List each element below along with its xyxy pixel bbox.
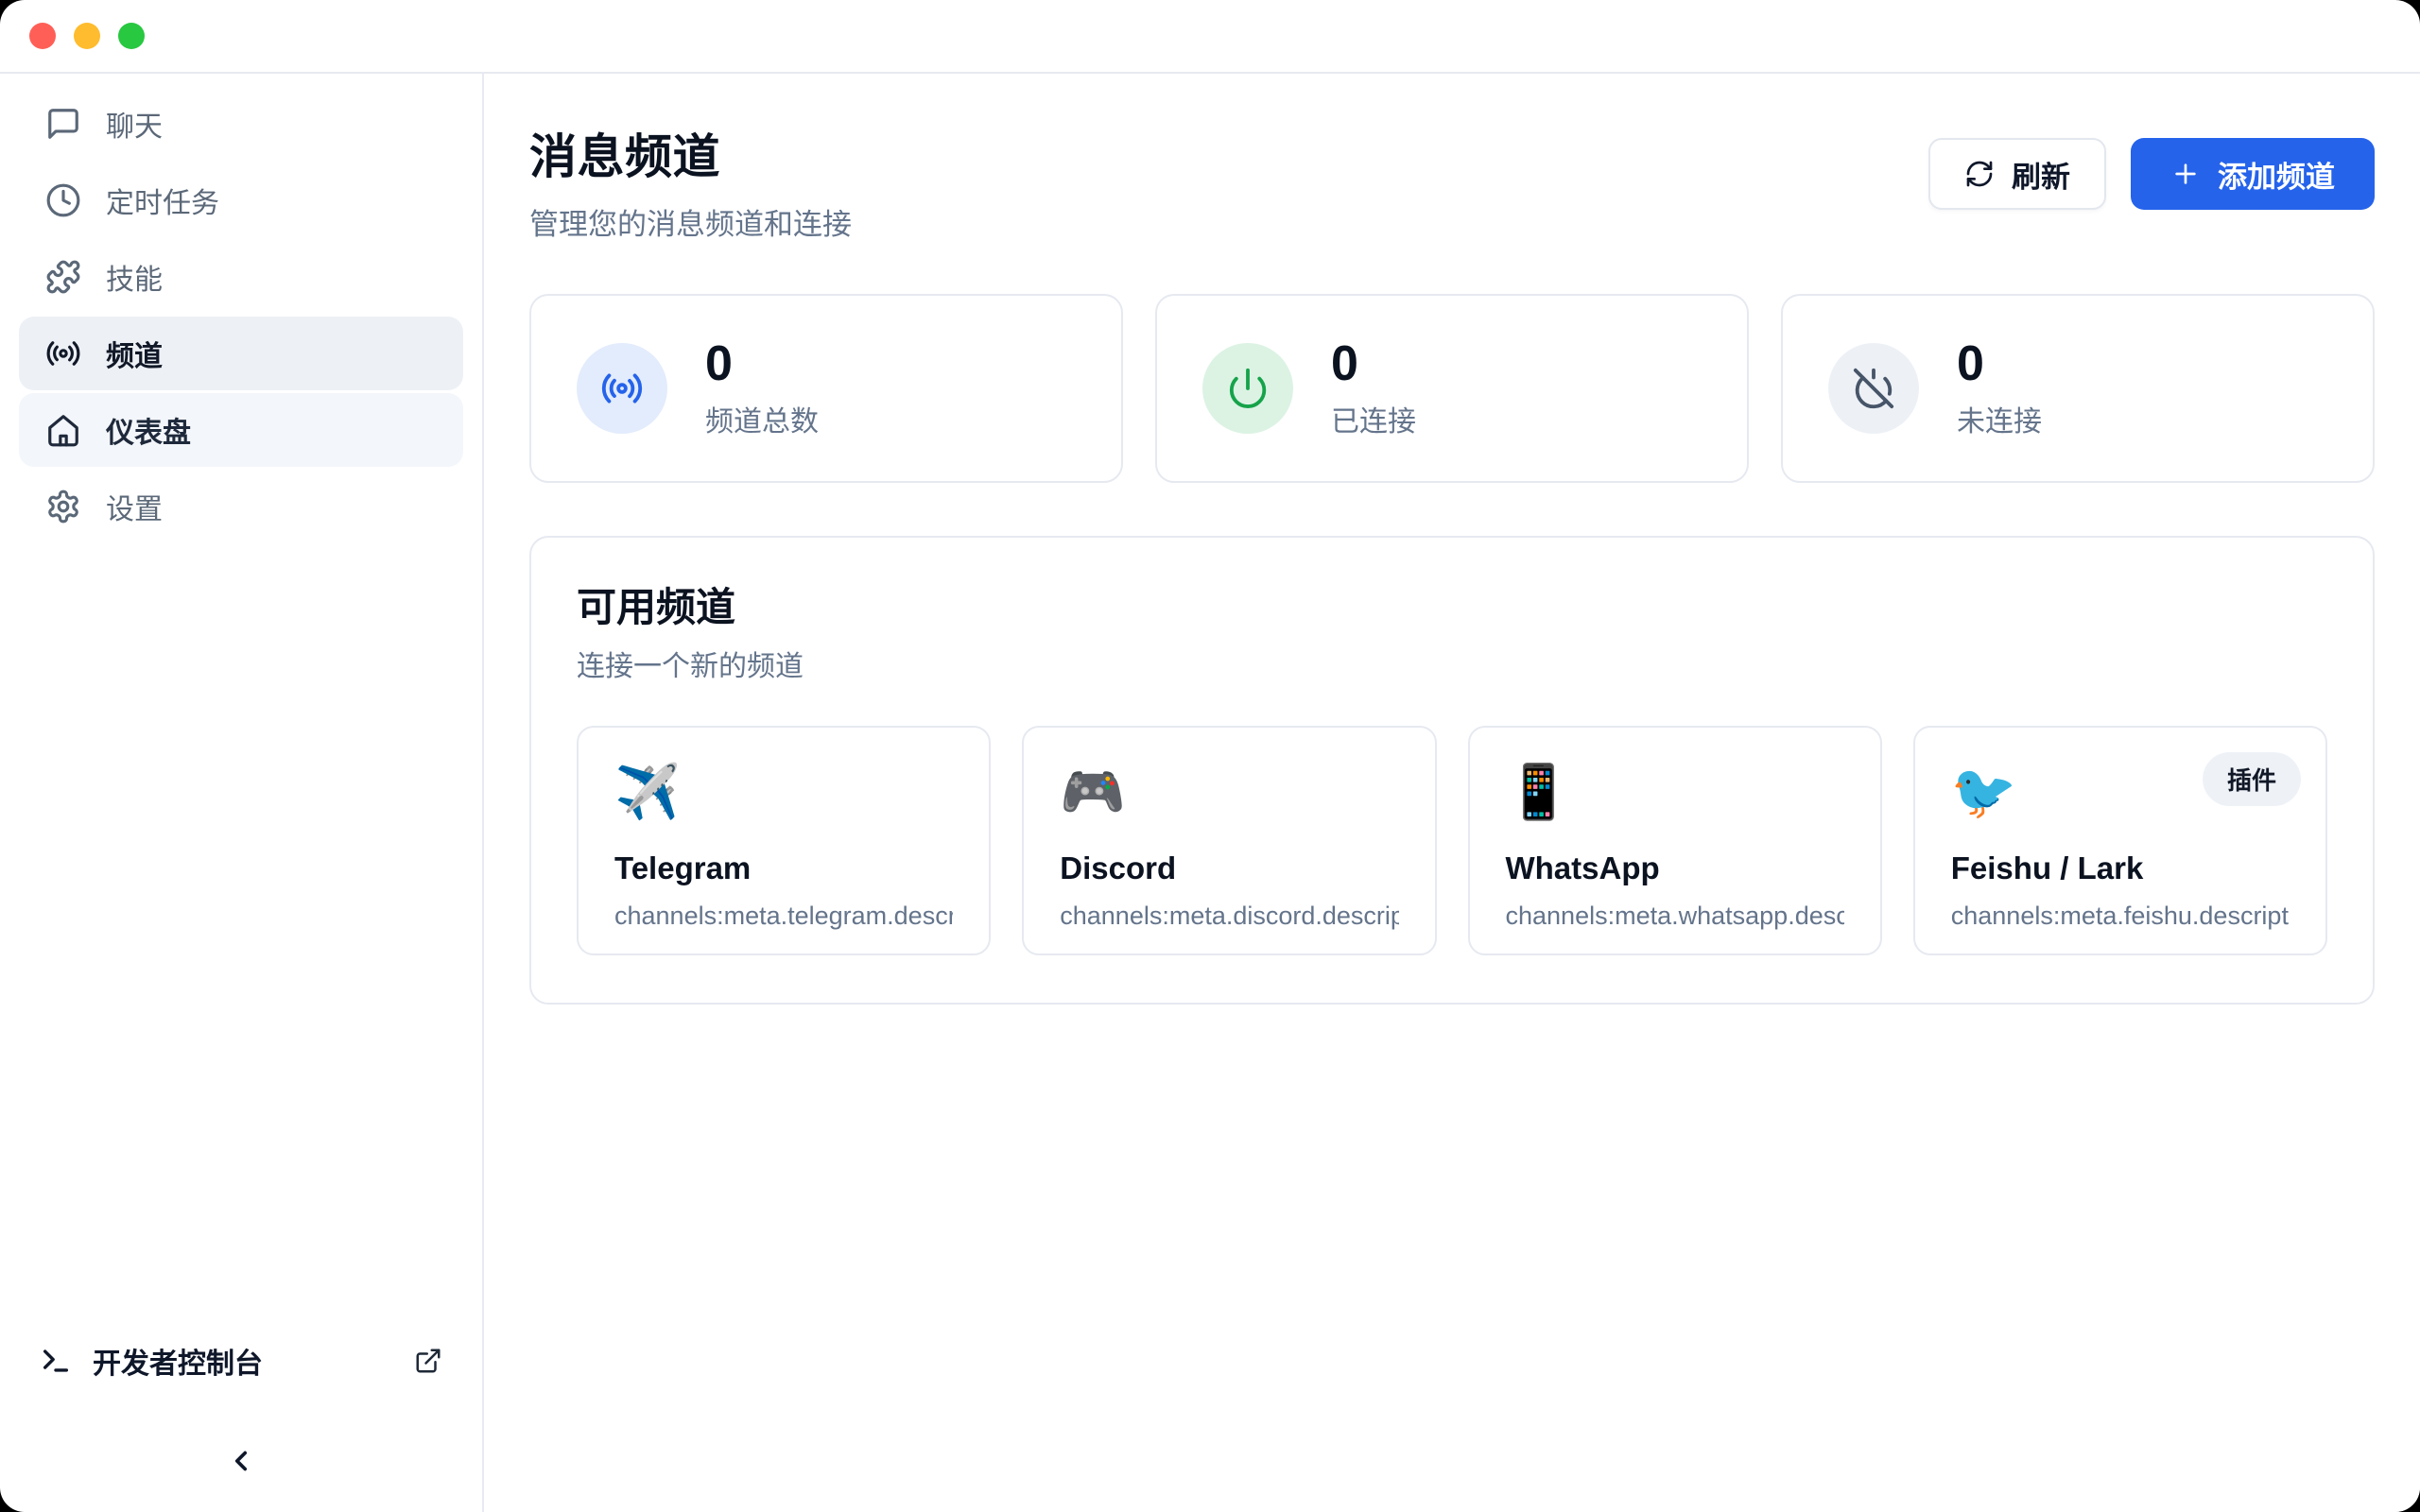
terminal-icon	[40, 1345, 72, 1377]
page-header-text: 消息频道 管理您的消息频道和连接	[529, 119, 852, 243]
home-icon	[45, 412, 81, 448]
channel-name: WhatsApp	[1506, 850, 1844, 886]
app-window: 聊天 定时任务 技能	[0, 0, 2420, 1512]
channel-grid: ✈️ Telegram channels:meta.telegram.descr…	[577, 726, 2327, 955]
channel-description: channels:meta.discord.descriptio	[1060, 902, 1398, 931]
stat-label: 频道总数	[705, 398, 819, 439]
page-subtitle: 管理您的消息频道和连接	[529, 200, 852, 243]
collapse-sidebar-button[interactable]	[218, 1438, 264, 1484]
sidebar-spacer	[19, 543, 463, 1332]
app-body: 聊天 定时任务 技能	[0, 74, 2420, 1512]
sidebar-item-label: 聊天	[106, 103, 163, 145]
chevron-left-icon	[225, 1445, 257, 1477]
channel-description: channels:meta.whatsapp.descrip	[1506, 902, 1844, 931]
radio-icon	[45, 335, 81, 371]
stat-label: 已连接	[1331, 398, 1416, 439]
channel-description: channels:meta.feishu.description	[1951, 902, 2290, 931]
stat-value: 0	[1957, 337, 2042, 391]
sidebar-item-settings[interactable]: 设置	[19, 470, 463, 543]
available-channels-section: 可用频道 连接一个新的频道 ✈️ Telegram channels:meta.…	[529, 536, 2375, 1005]
window-controls	[29, 23, 145, 49]
stat-card-disconnected: 0 未连接	[1781, 294, 2375, 483]
plugin-badge: 插件	[2203, 752, 2301, 806]
titlebar	[0, 0, 2420, 74]
sidebar: 聊天 定时任务 技能	[0, 74, 484, 1512]
stat-card-total-channels: 0 频道总数	[529, 294, 1123, 483]
page-title: 消息频道	[529, 119, 852, 187]
gamepad-emoji-icon: 🎮	[1060, 762, 1398, 822]
channel-card-discord[interactable]: 🎮 Discord channels:meta.discord.descript…	[1022, 726, 1436, 955]
developer-console-link[interactable]: 开发者控制台	[19, 1332, 463, 1389]
stat-text: 0 未连接	[1957, 337, 2042, 438]
clock-icon	[45, 182, 81, 218]
sidebar-item-channels[interactable]: 频道	[19, 317, 463, 390]
channel-name: Feishu / Lark	[1951, 850, 2290, 886]
refresh-button-label: 刷新	[2012, 153, 2070, 196]
zoom-window-button[interactable]	[118, 23, 145, 49]
airplane-emoji-icon: ✈️	[614, 762, 953, 822]
close-window-button[interactable]	[29, 23, 56, 49]
add-channel-button-label: 添加频道	[2218, 153, 2335, 196]
channel-card-whatsapp[interactable]: 📱 WhatsApp channels:meta.whatsapp.descri…	[1468, 726, 1882, 955]
stat-value: 0	[705, 337, 819, 391]
stat-value: 0	[1331, 337, 1416, 391]
sidebar-item-skills[interactable]: 技能	[19, 240, 463, 314]
channel-name: Discord	[1060, 850, 1398, 886]
sidebar-item-label: 定时任务	[106, 180, 219, 221]
channel-card-feishu[interactable]: 插件 🐦 Feishu / Lark channels:meta.feishu.…	[1913, 726, 2327, 955]
puzzle-icon	[45, 259, 81, 295]
refresh-icon	[1964, 159, 1995, 189]
message-square-icon	[45, 106, 81, 142]
sidebar-item-label: 频道	[106, 333, 163, 374]
channel-name: Telegram	[614, 850, 953, 886]
channel-description: channels:meta.telegram.descript	[614, 902, 953, 931]
radio-icon	[577, 343, 667, 434]
add-channel-button[interactable]: 添加频道	[2131, 138, 2375, 210]
sidebar-collapse-row	[19, 1438, 463, 1484]
stat-label: 未连接	[1957, 398, 2042, 439]
plus-icon	[2170, 159, 2201, 189]
mobile-phone-emoji-icon: 📱	[1506, 762, 1844, 822]
sidebar-item-label: 设置	[106, 486, 163, 527]
developer-console-label: 开发者控制台	[93, 1340, 263, 1382]
available-channels-title: 可用频道	[577, 576, 2327, 633]
page-header: 消息频道 管理您的消息频道和连接 刷新	[529, 119, 2375, 243]
stat-card-connected: 0 已连接	[1155, 294, 1749, 483]
minimize-window-button[interactable]	[74, 23, 100, 49]
stats-row: 0 频道总数 0 已连接	[529, 294, 2375, 483]
sidebar-item-dashboard[interactable]: 仪表盘	[19, 393, 463, 467]
main-content: 消息频道 管理您的消息频道和连接 刷新	[484, 74, 2420, 1512]
external-link-icon[interactable]	[414, 1347, 442, 1375]
power-off-icon	[1828, 343, 1919, 434]
available-channels-subtitle: 连接一个新的频道	[577, 643, 2327, 684]
channel-card-telegram[interactable]: ✈️ Telegram channels:meta.telegram.descr…	[577, 726, 991, 955]
stat-text: 0 已连接	[1331, 337, 1416, 438]
sidebar-nav: 聊天 定时任务 技能	[19, 87, 463, 543]
stat-text: 0 频道总数	[705, 337, 819, 438]
sidebar-item-chat[interactable]: 聊天	[19, 87, 463, 161]
refresh-button[interactable]: 刷新	[1928, 138, 2106, 210]
header-actions: 刷新 添加频道	[1928, 138, 2375, 210]
sidebar-item-label: 仪表盘	[106, 409, 191, 451]
sidebar-item-scheduled-tasks[interactable]: 定时任务	[19, 163, 463, 237]
sidebar-item-label: 技能	[106, 256, 163, 298]
gear-icon	[45, 489, 81, 524]
power-icon	[1202, 343, 1293, 434]
